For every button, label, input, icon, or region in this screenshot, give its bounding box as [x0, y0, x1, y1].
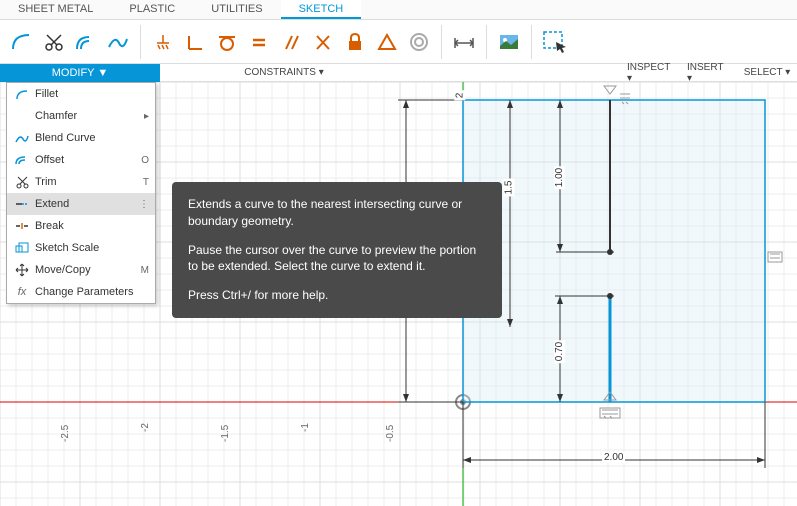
concentric-icon[interactable]: [405, 25, 433, 59]
chamfer-icon: [13, 108, 31, 124]
menu-key: M: [141, 265, 149, 276]
inspect-icon[interactable]: [452, 28, 476, 56]
ruler-num: -2.5: [60, 425, 71, 442]
menu-label: Trim: [35, 176, 143, 188]
tabbar: SHEET METAL PLASTIC UTILITIES SKETCH: [0, 0, 797, 20]
extend-tooltip: Extends a curve to the nearest intersect…: [172, 182, 502, 318]
menu-label: Extend: [35, 198, 139, 210]
menu-fillet[interactable]: Fillet: [7, 83, 155, 105]
insert-dropdown[interactable]: INSERT ▾: [681, 64, 737, 81]
menu-more-icon: ⋮: [139, 199, 149, 210]
tab-sheet-metal[interactable]: SHEET METAL: [0, 0, 111, 19]
symmetric-icon[interactable]: [373, 25, 401, 59]
tangent-icon[interactable]: [213, 25, 241, 59]
dim-height-1-00: 1.00: [554, 166, 565, 189]
inspect-dropdown[interactable]: INSPECT ▾: [621, 64, 681, 81]
menu-label: Offset: [35, 154, 141, 166]
select-icon[interactable]: [542, 28, 568, 56]
tab-utilities[interactable]: UTILITIES: [193, 0, 280, 19]
trim-icon: [13, 174, 31, 190]
coincident-icon[interactable]: [309, 25, 337, 59]
submenu-arrow-icon: ▸: [144, 111, 149, 122]
dim-width-2-00: 2.00: [602, 452, 625, 463]
menu-label: Break: [35, 220, 149, 232]
ruler-num: -1.5: [220, 425, 231, 442]
lock-icon[interactable]: [341, 25, 369, 59]
tooltip-line: Press Ctrl+/ for more help.: [188, 287, 486, 304]
blend-icon: [13, 130, 31, 146]
ruler-num: -0.5: [385, 425, 396, 442]
tab-sketch[interactable]: SKETCH: [281, 0, 362, 19]
select-dropdown[interactable]: SELECT ▾: [737, 64, 797, 81]
equal-icon[interactable]: [245, 25, 273, 59]
scale-icon: [13, 240, 31, 256]
menu-move-copy[interactable]: Move/Copy M: [7, 259, 155, 281]
ruler-num: -2: [140, 423, 151, 432]
menu-key: O: [141, 155, 149, 166]
menu-key: T: [143, 177, 149, 188]
perpendicular-icon[interactable]: [181, 25, 209, 59]
move-icon: [13, 262, 31, 278]
tab-plastic[interactable]: PLASTIC: [111, 0, 193, 19]
spline-icon[interactable]: [104, 25, 132, 59]
menu-offset[interactable]: Offset O: [7, 149, 155, 171]
constraints-dropdown[interactable]: CONSTRAINTS ▾: [160, 64, 408, 81]
menu-label: Sketch Scale: [35, 242, 149, 254]
break-icon: [13, 218, 31, 234]
modify-menu: Fillet Chamfer ▸ Blend Curve Offset O Tr…: [6, 82, 156, 304]
scissors-icon[interactable]: [40, 25, 68, 59]
dim-width-2: 2: [454, 91, 465, 101]
menu-label: Blend Curve: [35, 132, 149, 144]
menu-label: Fillet: [35, 88, 149, 100]
menu-label: Move/Copy: [35, 264, 141, 276]
offset-menu-icon: [13, 152, 31, 168]
extend-icon: [13, 196, 31, 212]
menu-break[interactable]: Break: [7, 215, 155, 237]
modify-dropdown[interactable]: MODIFY ▼: [0, 64, 160, 82]
toolbar: [0, 20, 797, 64]
parallel-icon[interactable]: [277, 25, 305, 59]
dim-height-1-5: 1.5: [503, 179, 514, 197]
ground-icon[interactable]: [149, 25, 177, 59]
fillet-icon: [13, 86, 31, 102]
menu-blend-curve[interactable]: Blend Curve: [7, 127, 155, 149]
menu-chamfer[interactable]: Chamfer ▸: [7, 105, 155, 127]
dim-height-0-70: 0.70: [554, 340, 565, 363]
menu-label: Change Parameters: [35, 286, 149, 298]
offset-icon[interactable]: [72, 25, 100, 59]
insert-icon[interactable]: [497, 28, 521, 56]
menu-trim[interactable]: Trim T: [7, 171, 155, 193]
fx-icon: fx: [13, 284, 31, 300]
menu-change-parameters[interactable]: fx Change Parameters: [7, 281, 155, 303]
menu-label: Chamfer: [35, 110, 144, 122]
tooltip-line: Pause the cursor over the curve to previ…: [188, 242, 486, 276]
menu-sketch-scale[interactable]: Sketch Scale: [7, 237, 155, 259]
arc-icon[interactable]: [8, 25, 36, 59]
tooltip-line: Extends a curve to the nearest intersect…: [188, 196, 486, 230]
ruler-num: -1: [300, 423, 311, 432]
menu-extend[interactable]: Extend ⋮: [7, 193, 155, 215]
